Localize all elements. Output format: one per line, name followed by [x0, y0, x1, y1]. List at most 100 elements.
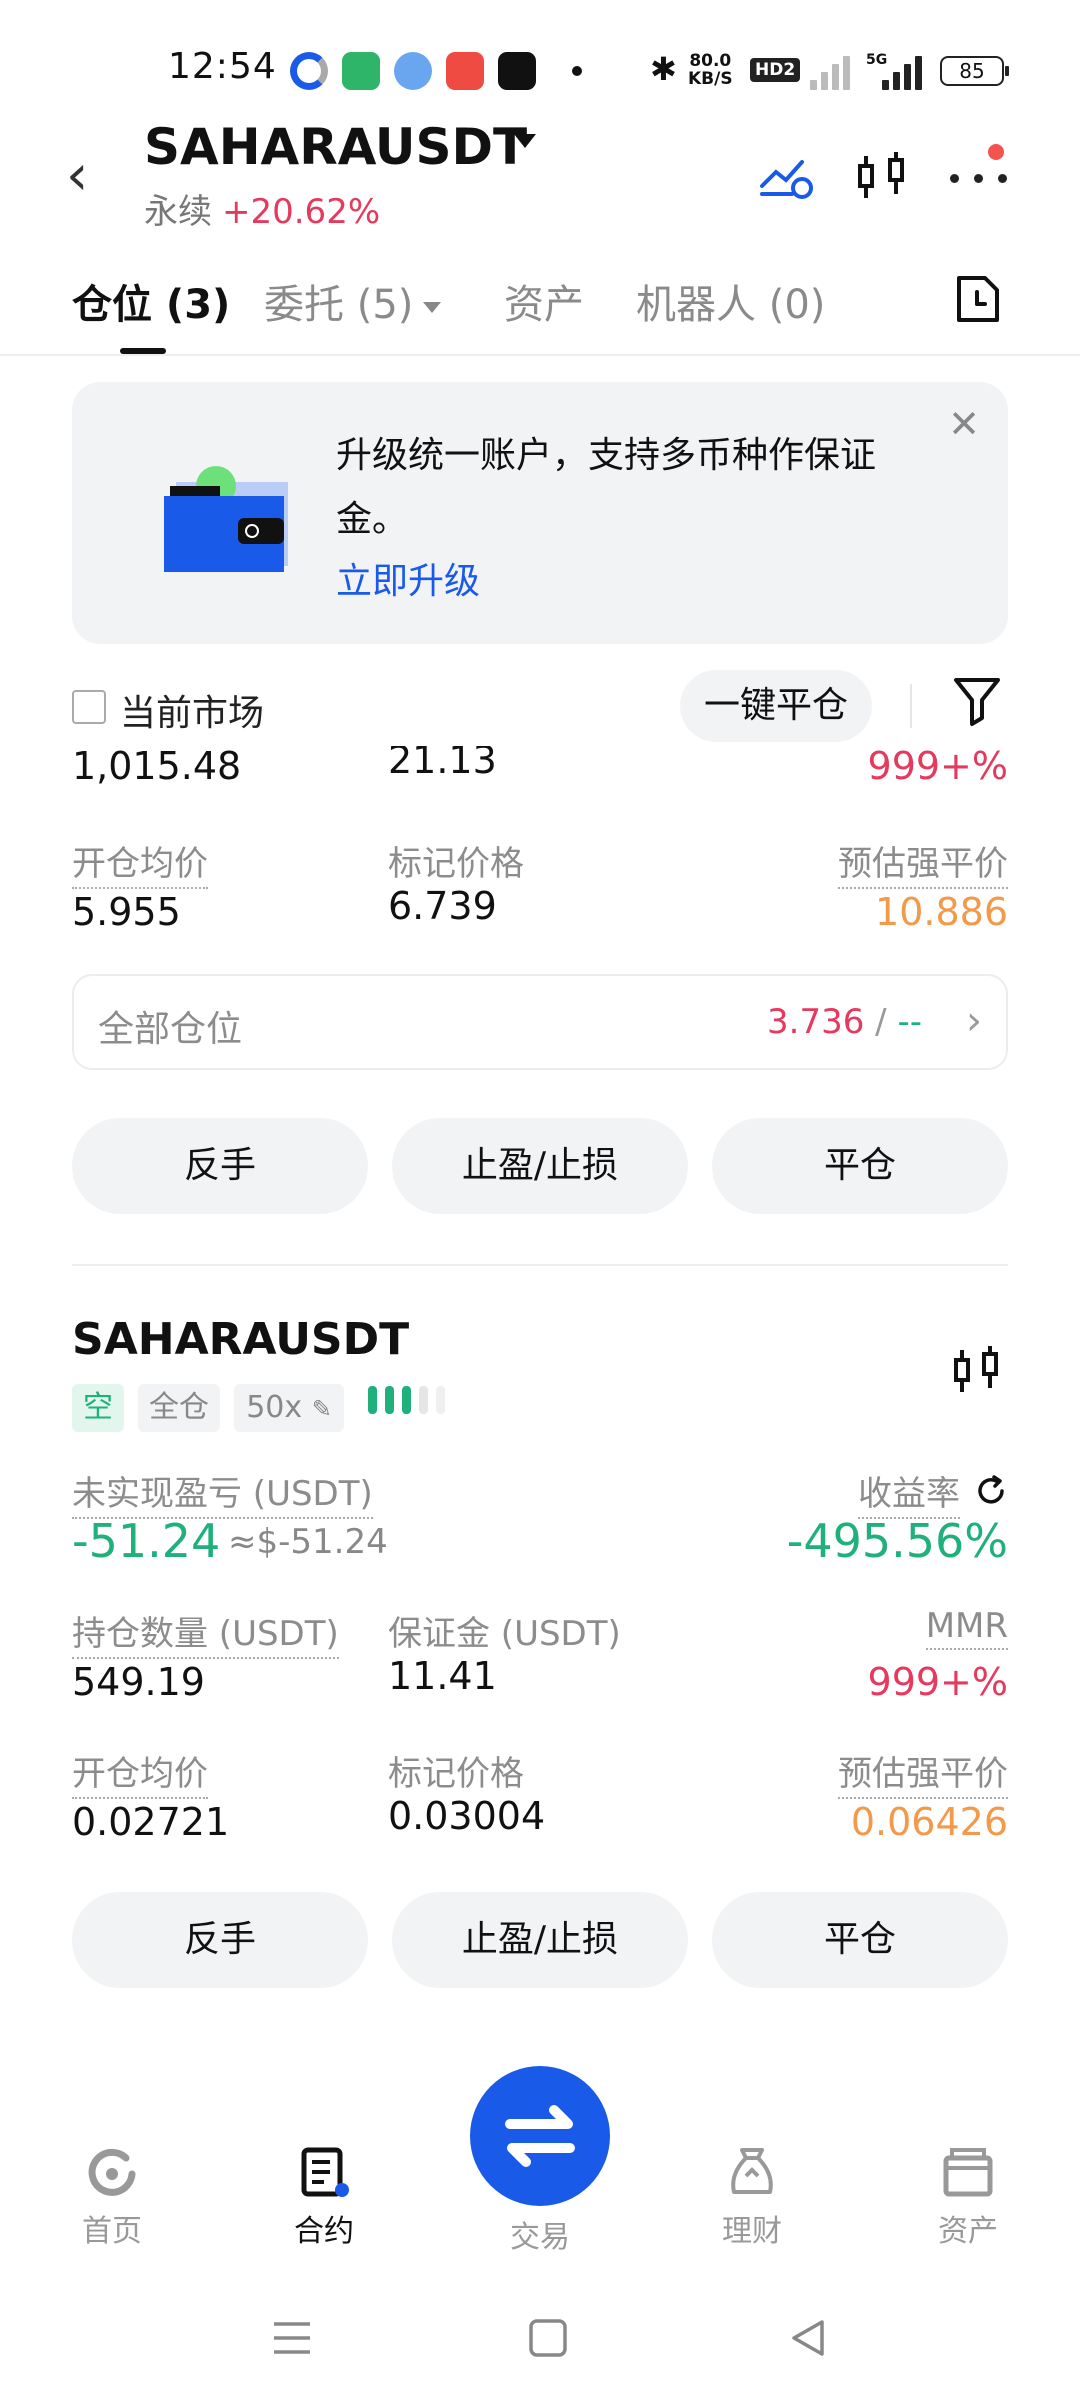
tab-assets[interactable]: 资产 [504, 272, 584, 330]
status-bar: 12:54 ✱ 80.0 KB/S HD2 5G 85 [0, 0, 1080, 120]
mark-price-label: 标记价格 [388, 1754, 524, 1794]
tab-orders-label: 委托 (5) [264, 282, 414, 328]
nav-home[interactable]: 首页 [42, 2144, 182, 2250]
side-badge: 空 [72, 1384, 124, 1432]
nav-trade-label[interactable]: 交易 [470, 2212, 610, 2256]
close-icon[interactable]: ✕ [944, 404, 984, 444]
battery-icon: 85 [940, 56, 1009, 86]
tpsl-button[interactable]: 止盈/止损 [392, 1892, 688, 1988]
all-positions-value: 3.736 / -- [767, 1002, 922, 1042]
hd-badge: HD2 [750, 58, 801, 82]
wallet-icon [164, 466, 288, 572]
nav-home-label: 首页 [82, 2214, 142, 2249]
nav-assets-label: 资产 [938, 2214, 998, 2249]
all-positions-value-1: 3.736 [767, 1002, 865, 1042]
banner-text: 升级统一账户，支持多币种作保证金。 [336, 435, 877, 540]
notification-dot [572, 66, 582, 76]
close-position-button[interactable]: 平仓 [712, 1118, 1008, 1214]
net-speed: 80.0 KB/S [688, 52, 733, 88]
unrealized-pnl-usd: ≈$-51.24 [228, 1522, 388, 1562]
system-nav-bar [0, 2300, 1080, 2400]
nav-earn[interactable]: 理财 [682, 2144, 822, 2250]
liq-price-label[interactable]: 预估强平价 [838, 836, 1008, 889]
current-market-checkbox[interactable] [72, 690, 106, 724]
nav-futures[interactable]: 合约 [254, 2144, 394, 2250]
signal-icon-2 [878, 52, 928, 90]
more-icon[interactable] [950, 174, 1010, 184]
position-1-partial-row: 1,015.48 21.13 999+% [0, 746, 1080, 796]
home-icon [88, 2148, 136, 2196]
candlestick-icon[interactable] [952, 1340, 1002, 1400]
tab-bots[interactable]: 机器人 (0) [636, 272, 825, 330]
nav-futures-label: 合约 [294, 2214, 354, 2249]
mmr-label[interactable]: MMR [925, 1606, 1008, 1650]
mark-price-label: 标记价格 [388, 844, 524, 884]
position-2-open-price: 0.02721 [72, 1800, 230, 1844]
upgrade-link[interactable]: 立即升级 [336, 552, 480, 604]
notification-badge [988, 144, 1004, 160]
symbol-dropdown-icon[interactable] [514, 134, 536, 148]
contract-type: 永续 [144, 192, 212, 232]
position-2-qty: 549.19 [72, 1660, 205, 1704]
chart-analysis-icon[interactable] [756, 148, 816, 208]
reverse-button[interactable]: 反手 [72, 1892, 368, 1988]
open-price-label[interactable]: 开仓均价 [72, 836, 208, 889]
margin-label: 保证金 (USDT) [388, 1614, 621, 1654]
app-icon-2 [342, 52, 380, 90]
filter-icon[interactable] [952, 674, 1002, 728]
leverage-badge[interactable]: 50x ✎ [234, 1384, 344, 1432]
price-change: +20.62% [222, 192, 381, 232]
position-2-symbol[interactable]: SAHARAUSDT [72, 1314, 409, 1365]
liq-price-label[interactable]: 预估强平价 [838, 1746, 1008, 1799]
order-history-icon[interactable] [955, 274, 1001, 324]
tab-orders[interactable]: 委托 (5) [264, 272, 442, 330]
menu-icon[interactable] [270, 2316, 314, 2360]
back-triangle-icon[interactable] [786, 2316, 830, 2360]
all-positions-sep: / [864, 1002, 898, 1042]
home-square-icon[interactable] [526, 2316, 570, 2360]
candlestick-icon[interactable] [852, 148, 912, 208]
refresh-icon[interactable] [974, 1474, 1008, 1508]
symbol-title[interactable]: SAHARAUSDT [144, 118, 527, 176]
tab-bar: 仓位 (3) 委托 (5) 资产 机器人 (0) [0, 260, 1080, 356]
upgrade-banner: 升级统一账户，支持多币种作保证金。 立即升级 ✕ [72, 382, 1008, 644]
tiktok-icon [498, 52, 536, 90]
all-positions-value-2: -- [897, 1002, 922, 1042]
position-2-margin: 11.41 [388, 1654, 497, 1698]
roe-value: -495.56% [786, 1514, 1008, 1568]
wallet-nav-icon [943, 2148, 993, 2197]
position-qty-label[interactable]: 持仓数量 (USDT) [72, 1606, 339, 1659]
chevron-right-icon: › [966, 998, 982, 1044]
card-divider [72, 1264, 1008, 1266]
earn-icon [731, 2148, 773, 2194]
all-positions-row[interactable]: 全部仓位 3.736 / -- › [72, 974, 1008, 1070]
symbol-subtitle: 永续 +20.62% [144, 184, 380, 233]
trade-button[interactable] [470, 2066, 610, 2206]
position-1-open-price: 5.955 [72, 890, 181, 934]
current-market-label[interactable]: 当前市场 [120, 684, 264, 736]
roe-label[interactable]: 收益率 [858, 1466, 960, 1519]
tpsl-button[interactable]: 止盈/止损 [392, 1118, 688, 1214]
tab-positions[interactable]: 仓位 (3) [72, 272, 230, 330]
swap-icon [505, 2105, 575, 2167]
divider [910, 684, 912, 728]
leverage-value: 50x [246, 1390, 303, 1425]
nav-earn-label: 理财 [722, 2214, 782, 2249]
close-position-button[interactable]: 平仓 [712, 1892, 1008, 1988]
app-icon-1 [290, 52, 328, 90]
position-1-mmr: 999+% [867, 746, 1008, 788]
back-icon[interactable]: ‹ [66, 148, 110, 208]
open-price-label[interactable]: 开仓均价 [72, 1746, 208, 1799]
unrealized-pnl-label[interactable]: 未实现盈亏 (USDT) [72, 1466, 373, 1519]
signal-icon-1 [806, 52, 856, 90]
active-tab-indicator [120, 348, 166, 354]
reverse-button[interactable]: 反手 [72, 1118, 368, 1214]
all-positions-label: 全部仓位 [98, 1009, 243, 1050]
position-2-mmr: 999+% [867, 1660, 1008, 1704]
net-speed-value: 80.0 [689, 51, 732, 71]
nav-assets[interactable]: 资产 [898, 2144, 1038, 2250]
position-1-margin: 21.13 [388, 746, 497, 782]
chevron-down-icon [423, 301, 442, 313]
app-icon-3 [394, 52, 432, 90]
close-all-button[interactable]: 一键平仓 [680, 670, 872, 742]
